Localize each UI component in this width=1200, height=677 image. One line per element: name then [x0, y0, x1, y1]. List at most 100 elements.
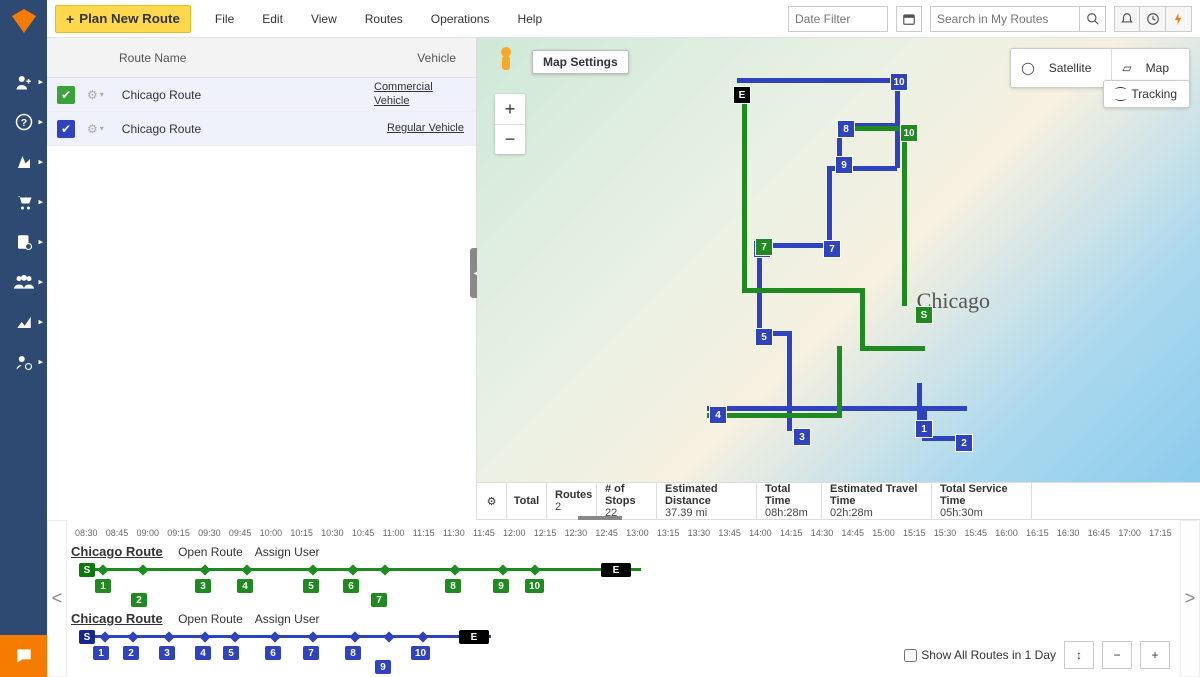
plan-new-route-button[interactable]: +Plan New Route	[55, 5, 191, 33]
nav-team-icon[interactable]: ▸	[0, 262, 47, 302]
notifications-icon[interactable]	[1114, 6, 1140, 32]
time-tick: 15:00	[872, 528, 895, 538]
plus-icon: +	[66, 11, 74, 27]
nav-routes-icon[interactable]: ▸	[0, 142, 47, 182]
satellite-toggle[interactable]: ◯ Satellite	[1011, 49, 1111, 87]
totals-bar: ⚙ Total Routes2 # of Stops22 Estimated D…	[477, 482, 1200, 520]
totals-label: Total	[507, 483, 547, 519]
chat-icon[interactable]	[0, 635, 47, 677]
activity-icon[interactable]	[1140, 6, 1166, 32]
timeline-panel: < 08:3008:4509:0009:1509:3009:4510:0010:…	[47, 520, 1200, 677]
route-checkbox[interactable]: ✔	[57, 86, 75, 104]
menu-edit[interactable]: Edit	[250, 6, 295, 32]
time-ruler: 08:3008:4509:0009:1509:3009:4510:0010:15…	[71, 528, 1176, 538]
time-tick: 11:15	[413, 528, 435, 538]
time-tick: 11:30	[443, 528, 465, 538]
zoom-in-button[interactable]: +	[495, 94, 525, 124]
map-zoom: + −	[495, 94, 525, 154]
routes-list-header: Route Name Vehicle	[47, 38, 476, 78]
time-tick: 16:45	[1088, 528, 1111, 538]
time-tick: 10:15	[290, 528, 313, 538]
menu-file[interactable]: File	[203, 6, 246, 32]
timeline-fit-button[interactable]: ↕	[1064, 641, 1094, 669]
time-tick: 10:00	[260, 528, 283, 538]
timeline-zoom-in[interactable]: +	[1140, 641, 1170, 669]
timeline-footer: Show All Routes in 1 Day ↕ − +	[904, 641, 1170, 669]
time-tick: 08:30	[75, 528, 98, 538]
left-sidebar: ▸ ?▸ ▸ ▸ ▸ ▸ ▸ ▸	[0, 0, 47, 677]
route-checkbox[interactable]: ✔	[57, 120, 75, 138]
date-filter-input[interactable]	[788, 6, 888, 32]
totals-settings-icon[interactable]: ⚙	[477, 483, 507, 519]
top-bar: +Plan New Route File Edit View Routes Op…	[47, 0, 1200, 38]
route-settings-icon[interactable]: ⚙▾	[87, 122, 104, 136]
time-tick: 15:15	[903, 528, 926, 538]
route-row[interactable]: ✔ ⚙▾ Chicago Route Commercial Vehicle	[47, 78, 476, 112]
map-settings-button[interactable]: Map Settings	[532, 50, 629, 74]
date-picker-button[interactable]	[896, 6, 922, 32]
topbar-icon-group	[1114, 6, 1192, 32]
nav-help-icon[interactable]: ?▸	[0, 102, 47, 142]
time-tick: 09:30	[198, 528, 221, 538]
time-tick: 15:45	[965, 528, 988, 538]
timeline-zoom-out[interactable]: −	[1102, 641, 1132, 669]
timeline-next[interactable]: >	[1180, 520, 1200, 677]
pegman-icon[interactable]	[495, 46, 517, 76]
time-tick: 14:00	[749, 528, 772, 538]
time-tick: 13:45	[718, 528, 741, 538]
route-settings-icon[interactable]: ⚙▾	[87, 88, 104, 102]
power-icon[interactable]	[1166, 6, 1192, 32]
nav-users-icon[interactable]: ▸	[0, 62, 47, 102]
nav-cart-icon[interactable]: ▸	[0, 182, 47, 222]
assign-user-link[interactable]: Assign User	[255, 545, 320, 559]
open-route-link[interactable]: Open Route	[178, 545, 243, 559]
app-logo	[9, 6, 39, 36]
show-all-checkbox[interactable]	[904, 649, 917, 662]
time-tick: 11:45	[473, 528, 495, 538]
time-tick: 13:30	[688, 528, 711, 538]
time-tick: 09:45	[229, 528, 252, 538]
search-button[interactable]	[1080, 6, 1106, 32]
menu-help[interactable]: Help	[505, 6, 554, 32]
menu-view[interactable]: View	[299, 6, 349, 32]
time-tick: 16:30	[1057, 528, 1080, 538]
time-tick: 11:00	[383, 528, 405, 538]
open-route-link[interactable]: Open Route	[178, 612, 243, 626]
timeline-body: 08:3008:4509:0009:1509:3009:4510:0010:15…	[67, 520, 1180, 677]
map-canvas[interactable]: Map Settings + − ◯ Satellite ▱ Map ⁐ Tra…	[477, 38, 1200, 482]
time-tick: 12:45	[595, 528, 618, 538]
route-vehicle[interactable]: Regular Vehicle	[387, 122, 464, 135]
time-tick: 09:00	[137, 528, 160, 538]
show-all-toggle[interactable]: Show All Routes in 1 Day	[904, 648, 1056, 662]
time-tick: 10:30	[321, 528, 344, 538]
time-tick: 12:00	[503, 528, 526, 538]
main-menu: File Edit View Routes Operations Help	[203, 6, 554, 32]
time-tick: 16:00	[995, 528, 1018, 538]
nav-analytics-icon[interactable]: ▸	[0, 302, 47, 342]
route-row[interactable]: ✔ ⚙▾ Chicago Route Regular Vehicle	[47, 112, 476, 146]
timeline-prev[interactable]: <	[47, 520, 67, 677]
time-tick: 13:00	[626, 528, 649, 538]
search-input[interactable]	[930, 6, 1080, 32]
nav-user-settings-icon[interactable]: ▸	[0, 342, 47, 382]
route-vehicle[interactable]: Commercial Vehicle	[374, 81, 464, 107]
time-tick: 17:00	[1118, 528, 1141, 538]
zoom-out-button[interactable]: −	[495, 124, 525, 154]
time-tick: 13:15	[657, 528, 680, 538]
nav-book-icon[interactable]: ▸	[0, 222, 47, 262]
timeline-route-name[interactable]: Chicago Route	[71, 611, 163, 626]
col-route-name: Route Name	[119, 51, 186, 65]
time-tick: 08:45	[106, 528, 129, 538]
menu-routes[interactable]: Routes	[353, 6, 415, 32]
time-tick: 10:45	[352, 528, 375, 538]
timeline-bar-green[interactable]: S 1 2 3 4 5 6 7 8 9 10 E	[71, 563, 1176, 591]
time-tick: 15:30	[934, 528, 957, 538]
menu-operations[interactable]: Operations	[419, 6, 502, 32]
time-tick: 14:45	[841, 528, 864, 538]
assign-user-link[interactable]: Assign User	[255, 612, 320, 626]
time-tick: 12:30	[565, 528, 588, 538]
tracking-button[interactable]: ⁐ Tracking	[1103, 80, 1190, 108]
time-tick: 14:15	[780, 528, 803, 538]
timeline-route-name[interactable]: Chicago Route	[71, 544, 163, 559]
svg-text:?: ?	[20, 117, 26, 129]
